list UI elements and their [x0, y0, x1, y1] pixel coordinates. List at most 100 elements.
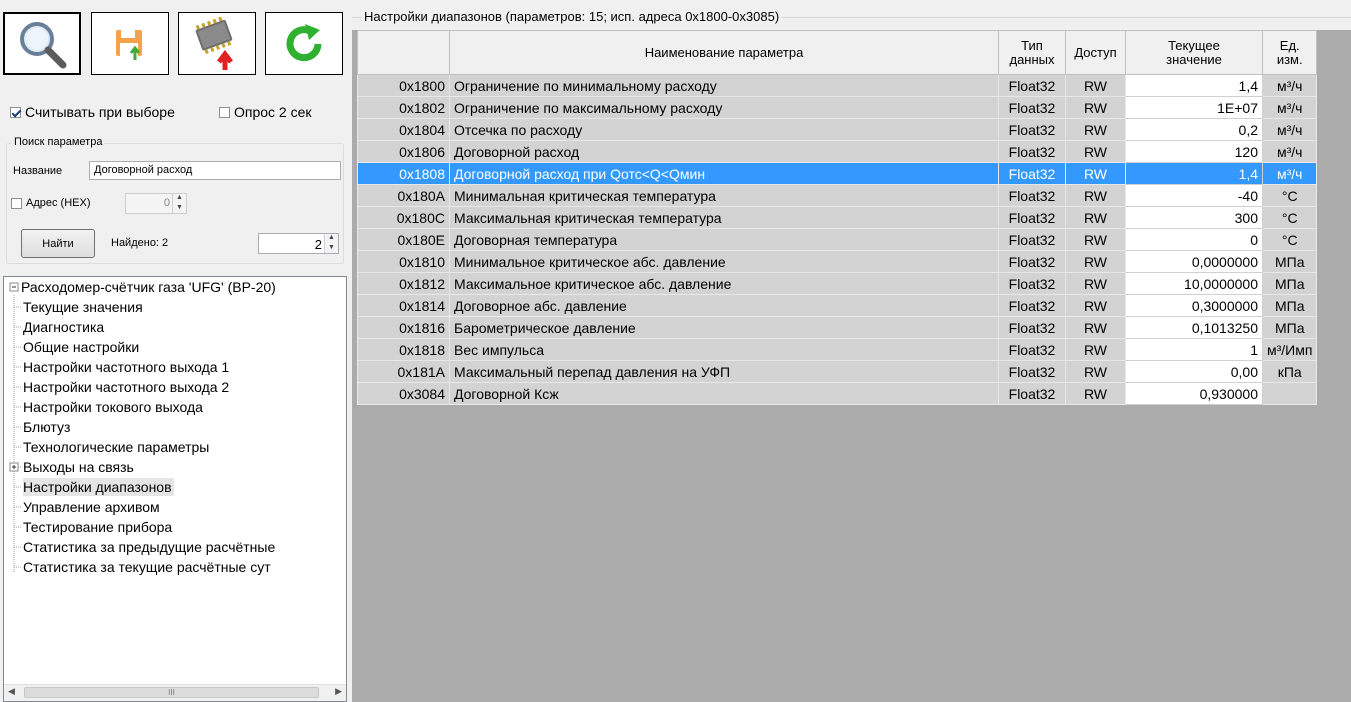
table-row[interactable]: 0x1804 Отсечка по расходу Float32 RW 0,2 м³/ч	[357, 118, 1318, 141]
row-access: RW	[1065, 294, 1126, 317]
tree-item[interactable]: Блютуз	[23, 418, 70, 436]
row-current-value[interactable]: 0,2	[1125, 118, 1263, 141]
row-data-type: Float32	[998, 140, 1066, 163]
row-current-value[interactable]: 0,0000000	[1125, 250, 1263, 273]
tree-item-expandable[interactable]: Выходы на связь	[23, 458, 134, 476]
search-button[interactable]	[3, 12, 81, 75]
row-access: RW	[1065, 74, 1126, 97]
tree-item-selected[interactable]: Настройки диапазонов	[23, 478, 174, 496]
header-name[interactable]: Наименование параметра	[449, 30, 999, 75]
save-button[interactable]	[91, 12, 169, 75]
table-row[interactable]: 0x1800 Ограничение по минимальному расход…	[357, 74, 1318, 97]
found-index-spinner[interactable]: ▲ ▼	[324, 234, 338, 253]
table-row[interactable]: 0x1810 Минимальное критическое абс. давле…	[357, 250, 1318, 273]
tree-item[interactable]: Статистика за предыдущие расчётные	[23, 538, 275, 556]
row-address: 0x3084	[357, 382, 450, 405]
row-current-value[interactable]: 0,3000000	[1125, 294, 1263, 317]
row-parameter-name: Отсечка по расходу	[449, 118, 999, 141]
row-current-value[interactable]: 0,00	[1125, 360, 1263, 383]
row-current-value[interactable]: 1	[1125, 338, 1263, 361]
search-group: Поиск параметра Название Договорной расх…	[6, 136, 344, 264]
header-value[interactable]: Текущее значение	[1125, 30, 1263, 75]
row-current-value[interactable]: 120	[1125, 140, 1263, 163]
table-row[interactable]: 0x3084 Договорной Ксж Float32 RW 0,930000	[357, 382, 1318, 405]
tree-item[interactable]: Управление архивом	[23, 498, 160, 516]
parameters-grid[interactable]: Наименование параметра Тип данных Доступ …	[357, 30, 1318, 405]
row-address: 0x1808	[357, 162, 450, 185]
scroll-thumb-grip: III	[168, 688, 175, 697]
row-address: 0x1816	[357, 316, 450, 339]
tree-item[interactable]: Общие настройки	[23, 338, 139, 356]
row-current-value[interactable]: 1,4	[1125, 162, 1263, 185]
address-hex-input[interactable]: 0 ▲ ▼	[125, 193, 187, 214]
name-search-input[interactable]: Договорной расход	[89, 161, 341, 180]
row-address: 0x181A	[357, 360, 450, 383]
spin-up-icon[interactable]: ▲	[325, 234, 338, 244]
scroll-right-icon[interactable]: ▶	[335, 686, 342, 697]
table-row[interactable]: 0x1816 Барометрическое давление Float32 RW 0…	[357, 316, 1318, 339]
scroll-left-icon[interactable]: ◀	[8, 686, 15, 697]
tree-item[interactable]: Тестирование прибора	[23, 518, 172, 536]
find-button[interactable]: Найти	[21, 229, 95, 258]
table-row[interactable]: 0x180C Максимальная критическая температу…	[357, 206, 1318, 229]
spin-down-icon[interactable]: ▼	[173, 204, 186, 214]
poll-2s-checkbox[interactable]: Опрос 2 сек	[219, 104, 312, 120]
spin-down-icon[interactable]: ▼	[325, 244, 338, 254]
header-access[interactable]: Доступ	[1065, 30, 1126, 75]
tree-item[interactable]: Настройки частотного выхода 1	[23, 358, 229, 376]
table-row[interactable]: 0x1812 Максимальное критическое абс. давл…	[357, 272, 1318, 295]
tree-item[interactable]: Диагностика	[23, 318, 104, 336]
refresh-icon	[286, 23, 322, 61]
table-row[interactable]: 0x1802 Ограничение по максимальному расхо…	[357, 96, 1318, 119]
row-parameter-name: Договорной расход	[449, 140, 999, 163]
row-parameter-name: Максимальная критическая температура	[449, 206, 999, 229]
row-current-value[interactable]: 0,930000	[1125, 382, 1263, 405]
row-unit: м³/ч	[1261, 74, 1318, 97]
table-row[interactable]: 0x1818 Вес импульса Float32 RW 1 м³/Имп	[357, 338, 1318, 361]
table-row[interactable]: 0x181A Максимальный перепад давления на У…	[357, 360, 1318, 383]
refresh-button[interactable]	[265, 12, 343, 75]
row-current-value[interactable]: 10,0000000	[1125, 272, 1263, 295]
table-row[interactable]: 0x180E Договорная температура Float32 RW 0 °C	[357, 228, 1318, 251]
address-hex-checkbox[interactable]: Адрес (HEX)	[11, 197, 91, 209]
header-unit[interactable]: Ед. изм.	[1261, 30, 1318, 75]
row-access: RW	[1065, 118, 1126, 141]
spin-up-icon[interactable]: ▲	[173, 194, 186, 204]
table-row[interactable]: 0x180A Минимальная критическая температур…	[357, 184, 1318, 207]
row-parameter-name: Минимальная критическая температура	[449, 184, 999, 207]
row-current-value[interactable]: 0,1013250	[1125, 316, 1263, 339]
row-access: RW	[1065, 360, 1126, 383]
row-current-value[interactable]: 0	[1125, 228, 1263, 251]
scroll-thumb[interactable]: III	[24, 687, 319, 698]
row-current-value[interactable]: 1,4	[1125, 74, 1263, 97]
row-current-value[interactable]: 300	[1125, 206, 1263, 229]
tree-item[interactable]: Текущие значения	[23, 298, 143, 316]
header-type[interactable]: Тип данных	[998, 30, 1066, 75]
table-row[interactable]: 0x1814 Договорное абс. давление Float32 RW 0…	[357, 294, 1318, 317]
tree-horizontal-scrollbar[interactable]: ◀ III ▶	[4, 684, 346, 701]
row-parameter-name: Договорной Ксж	[449, 382, 999, 405]
write-chip-button[interactable]	[178, 12, 256, 75]
grid-header-row: Наименование параметра Тип данных Доступ …	[357, 30, 1318, 75]
row-current-value[interactable]: 1E+07	[1125, 96, 1263, 119]
tree-root-device[interactable]: Расходомер-счётчик газа 'UFG' (ВР-20)	[21, 278, 276, 296]
read-on-select-checkbox[interactable]: Считывать при выборе	[10, 104, 175, 120]
row-parameter-name: Минимальное критическое абс. давление	[449, 250, 999, 273]
row-access: RW	[1065, 96, 1126, 119]
header-value-line1: Текущее	[1168, 37, 1220, 53]
row-access: RW	[1065, 162, 1126, 185]
row-current-value[interactable]: -40	[1125, 184, 1263, 207]
found-index-value: 2	[314, 237, 322, 252]
table-row[interactable]: 0x1806 Договорной расход Float32 RW 120 м³/ч	[357, 140, 1318, 163]
address-spinner[interactable]: ▲ ▼	[172, 194, 186, 213]
row-data-type: Float32	[998, 338, 1066, 361]
device-tree[interactable]: Расходомер-счётчик газа 'UFG' (ВР-20) Те…	[3, 276, 347, 702]
tree-item[interactable]: Статистика за текущие расчётные сут	[23, 558, 271, 576]
table-row-selected[interactable]: 0x1808 Договорной расход при Qотс<Q<Qмин F…	[357, 162, 1318, 185]
found-index-input[interactable]: 2 ▲ ▼	[258, 233, 339, 254]
row-unit: МПа	[1261, 272, 1318, 295]
header-unit-line1: Ед.	[1279, 37, 1300, 53]
tree-item[interactable]: Технологические параметры	[23, 438, 209, 456]
tree-item[interactable]: Настройки частотного выхода 2	[23, 378, 229, 396]
tree-item[interactable]: Настройки токового выхода	[23, 398, 203, 416]
